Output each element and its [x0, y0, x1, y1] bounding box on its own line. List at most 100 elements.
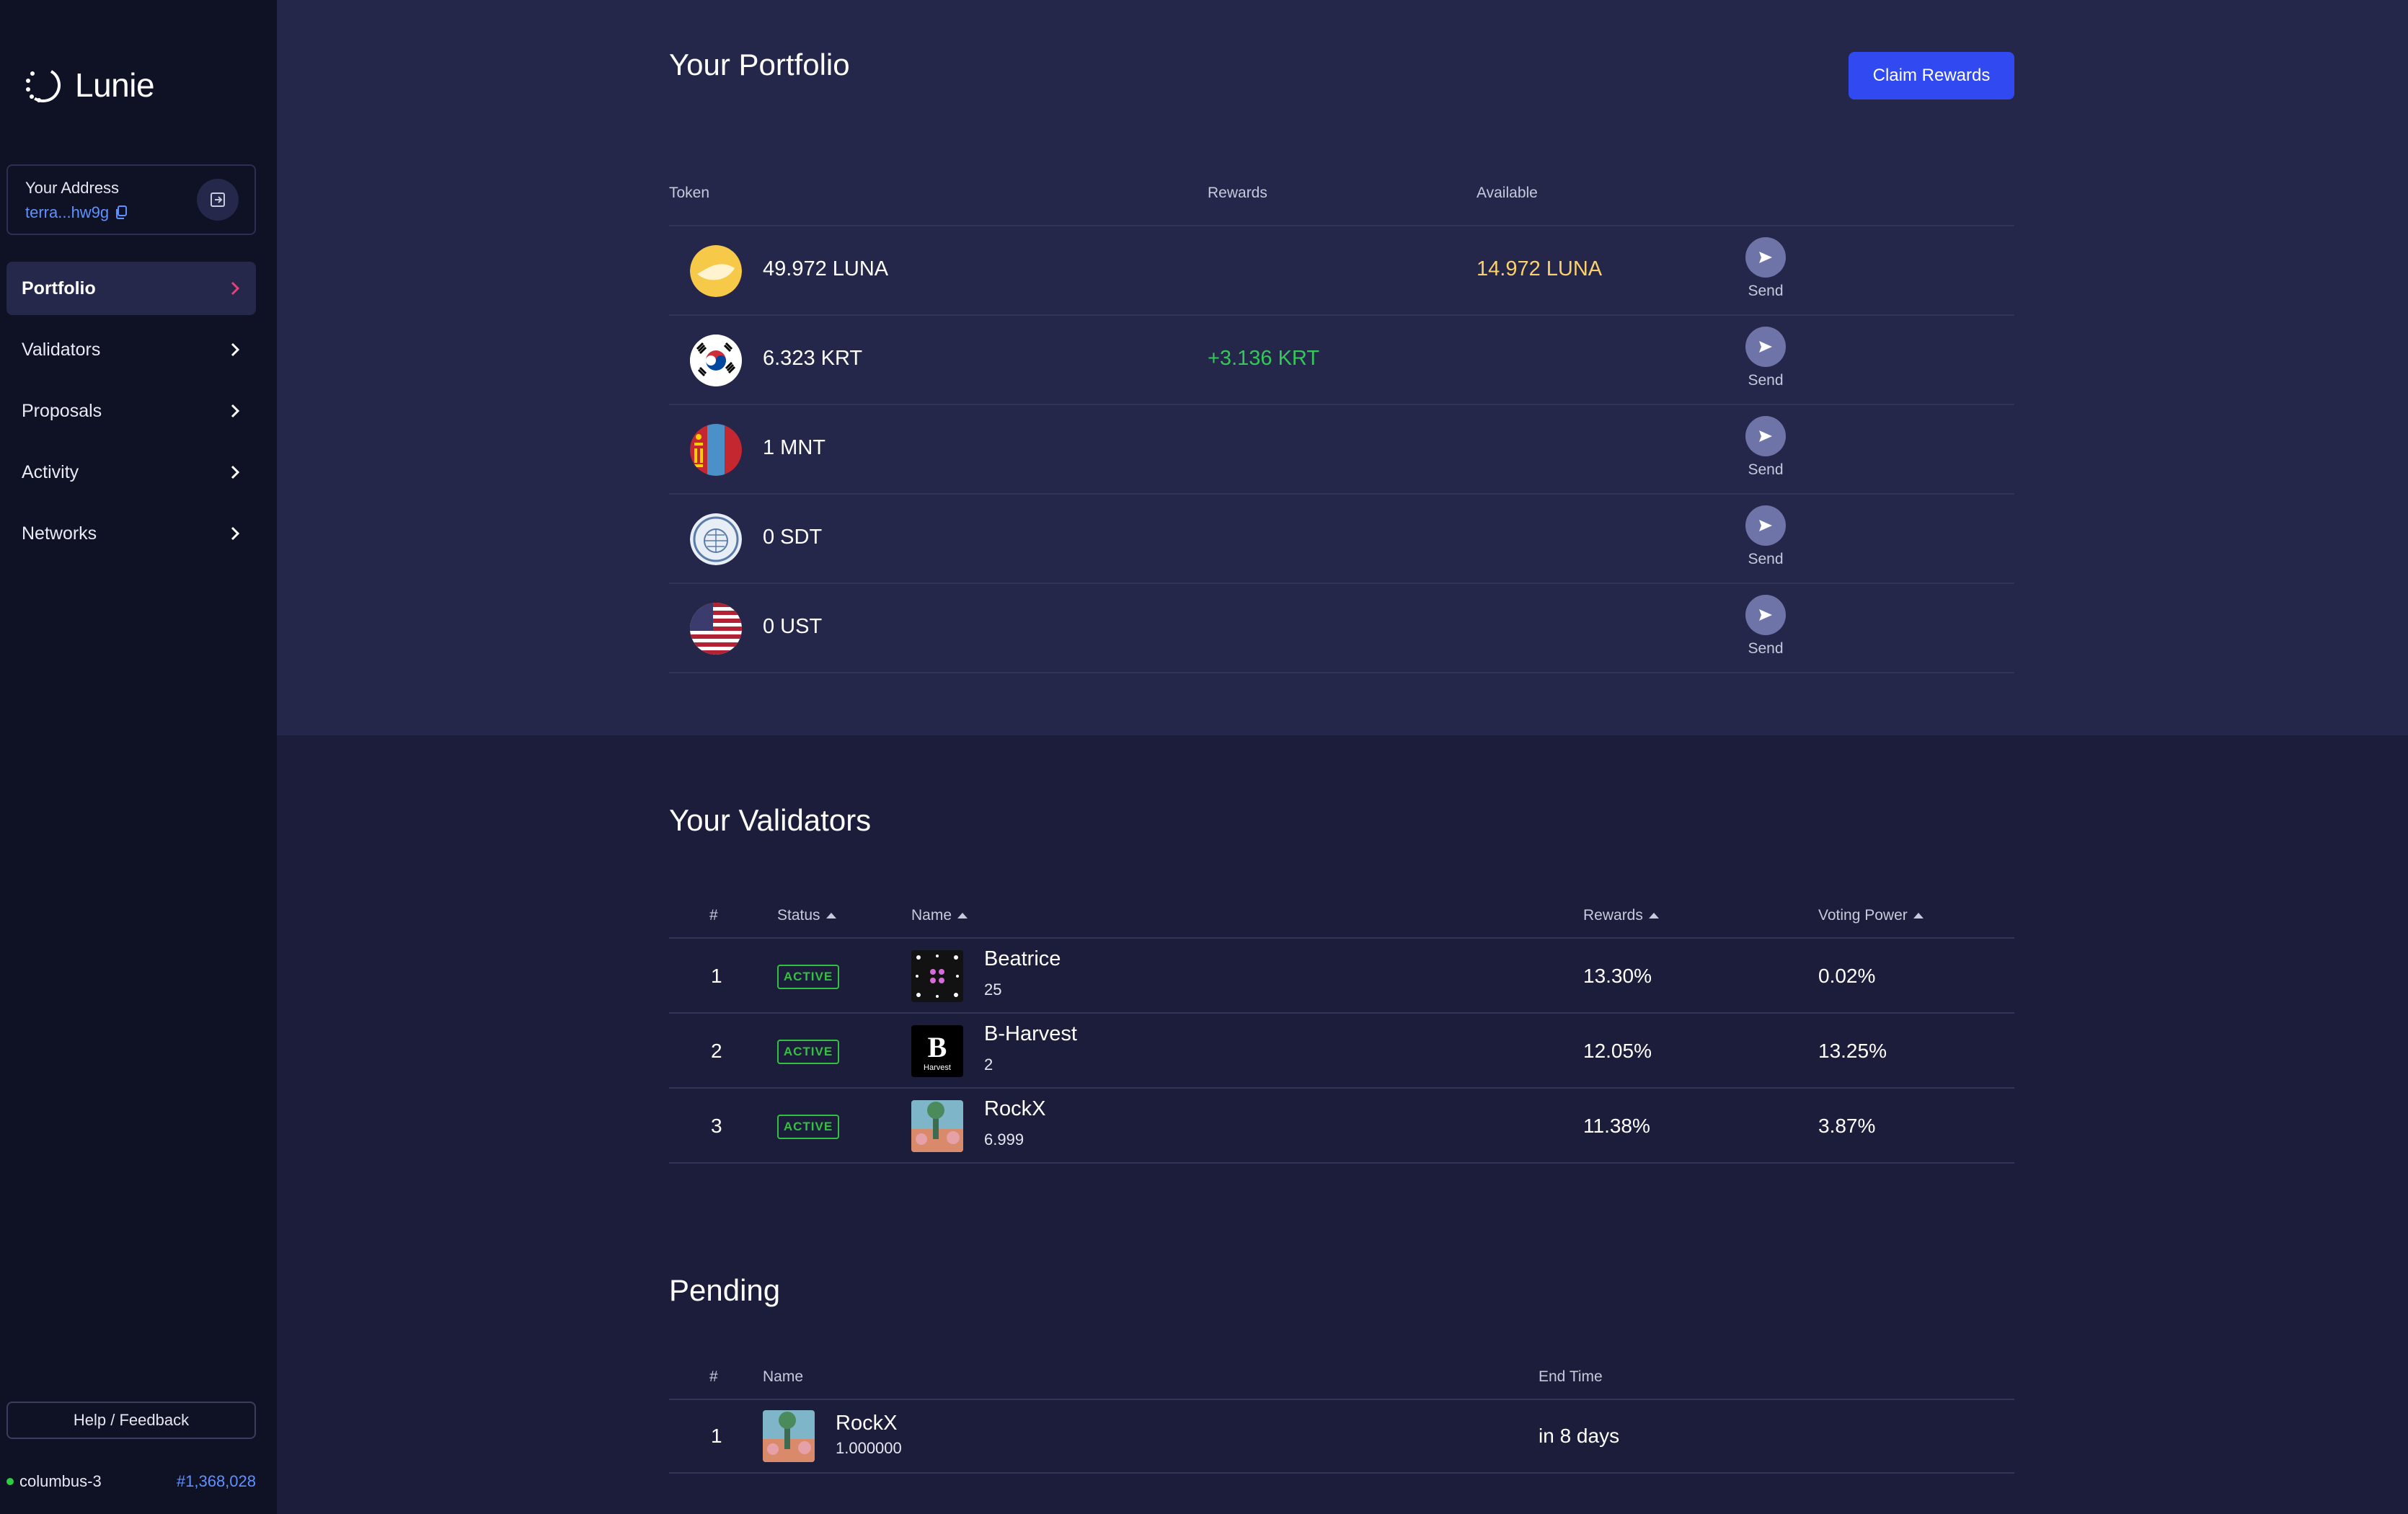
- divider: [669, 1012, 2014, 1014]
- network-status-dot: [6, 1478, 14, 1485]
- validator-sub: 2: [984, 1055, 993, 1073]
- token-rewards: +3.136 KRT: [1208, 347, 1320, 370]
- divider: [669, 937, 2014, 939]
- validator-voting-power: 0.02%: [1818, 965, 1876, 987]
- sidebar-item-validators[interactable]: Validators: [6, 323, 256, 376]
- sidebar-item-proposals[interactable]: Proposals: [6, 384, 256, 438]
- status-badge: ACTIVE: [777, 965, 839, 989]
- validator-rewards: 13.30%: [1583, 965, 1652, 987]
- sidebar-item-label: Portfolio: [22, 278, 96, 298]
- divider: [669, 404, 2014, 405]
- divider: [669, 583, 2014, 584]
- chevron-right-icon: [231, 526, 240, 541]
- send-label[interactable]: Send: [1737, 551, 1794, 568]
- send-label[interactable]: Send: [1737, 461, 1794, 479]
- network-status[interactable]: columbus-3: [6, 1472, 102, 1491]
- sidebar-item-label: Activity: [22, 461, 79, 482]
- sidebar-nav: Portfolio Validators Proposals Activity …: [6, 262, 256, 568]
- send-button[interactable]: [1745, 237, 1786, 278]
- sort-arrow-icon: [825, 913, 836, 919]
- sidebar-item-activity[interactable]: Activity: [6, 446, 256, 499]
- token-amount: 0 UST: [763, 615, 823, 638]
- divider: [669, 493, 2014, 495]
- column-header-rewards[interactable]: Rewards: [1583, 907, 1659, 924]
- send-icon: [1759, 430, 1772, 442]
- send-label[interactable]: Send: [1737, 283, 1794, 300]
- send-label[interactable]: Send: [1737, 640, 1794, 658]
- divider: [669, 1472, 2014, 1474]
- divider: [669, 672, 2014, 673]
- address-value[interactable]: terra...hw9g: [25, 203, 128, 222]
- sidebar-item-portfolio[interactable]: Portfolio: [6, 262, 256, 315]
- validator-name[interactable]: RockX: [984, 1097, 1045, 1121]
- block-height[interactable]: #1,368,028: [177, 1472, 256, 1491]
- help-feedback-button[interactable]: Help / Feedback: [6, 1402, 256, 1439]
- divider: [669, 1162, 2014, 1164]
- send-icon: [1759, 520, 1772, 531]
- sign-out-button[interactable]: [197, 179, 239, 221]
- send-button[interactable]: [1745, 595, 1786, 635]
- network-footer: columbus-3 #1,368,028: [6, 1472, 256, 1491]
- column-header-status-label: Status: [777, 907, 820, 924]
- validator-rank: 2: [711, 1040, 722, 1062]
- validator-voting-power: 13.25%: [1818, 1040, 1887, 1062]
- pending-rank: 1: [711, 1425, 722, 1447]
- validator-avatar[interactable]: B Harvest: [911, 1025, 963, 1077]
- token-amount: 6.323 KRT: [763, 347, 863, 370]
- column-header-voting-power[interactable]: Voting Power: [1818, 907, 1924, 924]
- imf-seal-icon: [690, 513, 742, 565]
- validator-name[interactable]: Beatrice: [984, 947, 1061, 971]
- sidebar-item-networks[interactable]: Networks: [6, 507, 256, 560]
- divider: [669, 1087, 2014, 1089]
- send-button[interactable]: [1745, 327, 1786, 367]
- svg-text:Harvest: Harvest: [924, 1063, 951, 1072]
- sort-arrow-icon: [1648, 913, 1659, 919]
- send-icon: [1759, 252, 1772, 263]
- chevron-right-icon: [231, 342, 240, 357]
- token-amount: 49.972 LUNA: [763, 257, 889, 280]
- column-header-token: Token: [669, 185, 710, 201]
- validator-name[interactable]: B-Harvest: [984, 1022, 1077, 1046]
- validator-avatar[interactable]: [911, 950, 963, 1002]
- send-button[interactable]: [1745, 505, 1786, 546]
- validator-sub: 25: [984, 980, 1002, 999]
- portfolio-section: [277, 0, 2408, 735]
- send-label[interactable]: Send: [1737, 372, 1794, 389]
- korea-flag-icon: [690, 335, 742, 386]
- lunie-logo[interactable]: Lunie: [22, 63, 155, 107]
- copy-icon[interactable]: [115, 205, 128, 220]
- validator-avatar[interactable]: [763, 1410, 815, 1462]
- sidebar-item-label: Networks: [22, 523, 97, 544]
- column-header-name-label: Name: [911, 907, 952, 924]
- validators-title: Your Validators: [669, 803, 872, 837]
- address-text[interactable]: terra...hw9g: [25, 203, 109, 222]
- status-badge: ACTIVE: [777, 1115, 839, 1139]
- column-header-rank: #: [709, 1368, 718, 1385]
- chevron-right-icon: [231, 404, 240, 418]
- app-name: Lunie: [75, 66, 155, 104]
- claim-rewards-button[interactable]: Claim Rewards: [1849, 52, 2014, 99]
- token-amount: 1 MNT: [763, 436, 825, 459]
- address-box: Your Address terra...hw9g: [6, 164, 256, 235]
- token-available: 14.972 LUNA: [1477, 257, 1603, 280]
- pending-validator-name[interactable]: RockX: [836, 1412, 897, 1435]
- sidebar: Lunie Your Address terra...hw9g Portfoli…: [0, 0, 277, 1514]
- sign-out-icon: [211, 192, 225, 207]
- svg-text:B: B: [928, 1031, 947, 1063]
- divider: [669, 1399, 2014, 1400]
- send-button[interactable]: [1745, 416, 1786, 456]
- validator-rank: 1: [711, 965, 722, 987]
- validator-rewards: 12.05%: [1583, 1040, 1652, 1062]
- column-header-voting-power-label: Voting Power: [1818, 907, 1908, 924]
- column-header-end-time: End Time: [1539, 1368, 1603, 1385]
- column-header-status[interactable]: Status: [777, 907, 836, 924]
- mongolia-flag-icon: [690, 424, 742, 476]
- divider: [669, 314, 2014, 316]
- validator-avatar[interactable]: [911, 1100, 963, 1152]
- validator-sub: 6.999: [984, 1130, 1024, 1148]
- send-icon: [1759, 609, 1772, 621]
- column-header-rewards-label: Rewards: [1583, 907, 1643, 924]
- column-header-name[interactable]: Name: [911, 907, 968, 924]
- status-badge: ACTIVE: [777, 1040, 839, 1064]
- column-header-available: Available: [1477, 185, 1538, 201]
